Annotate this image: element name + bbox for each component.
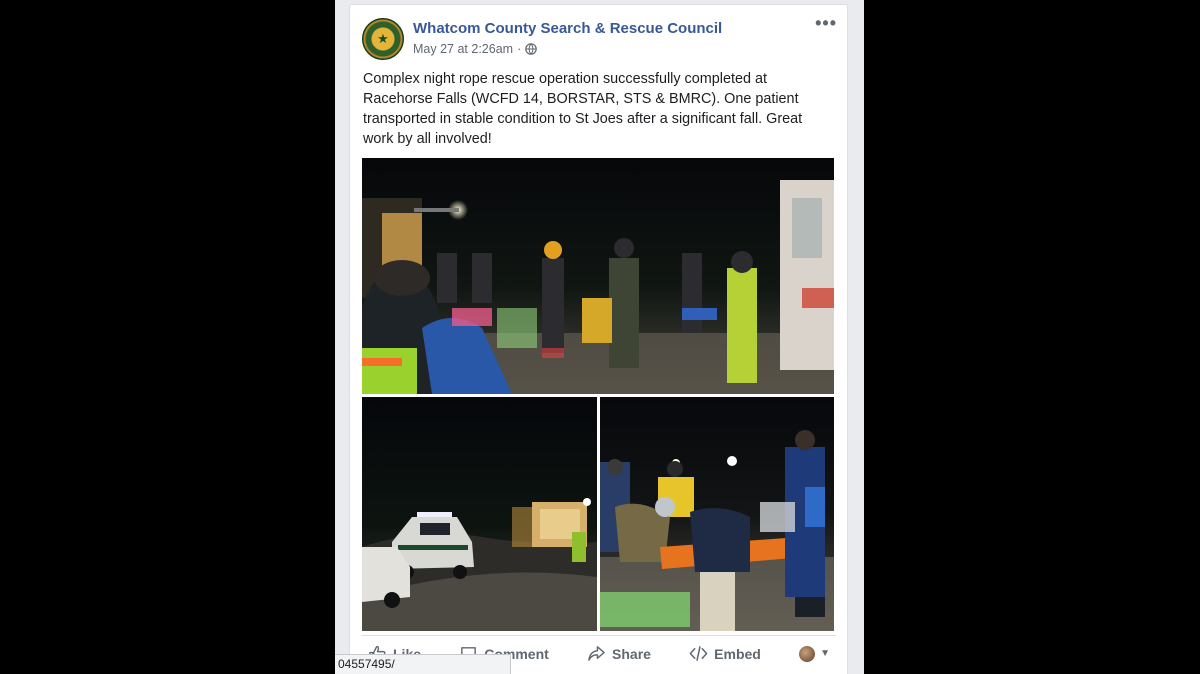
photo-patrol-vehicles[interactable] (362, 397, 597, 631)
photo-patient-stretcher-image (600, 397, 834, 631)
feed-column: ★ Whatcom County Search & Rescue Council… (335, 0, 864, 674)
embed-button[interactable]: Embed (689, 644, 761, 663)
meta-separator: · (517, 42, 522, 56)
star-logo-icon: ★ (377, 31, 389, 47)
globe-icon[interactable] (525, 43, 538, 55)
share-label: Share (612, 645, 651, 662)
photo-grid (362, 158, 834, 631)
share-arrow-icon (588, 646, 605, 661)
post-timestamp[interactable]: May 27 at 2:26am (413, 42, 513, 56)
more-options-icon[interactable]: ••• (815, 14, 837, 32)
page-avatar[interactable]: ★ (362, 18, 404, 60)
photo-rescue-scene[interactable] (362, 158, 834, 394)
page-name-link[interactable]: Whatcom County Search & Rescue Council (413, 20, 722, 37)
photo-rescue-scene-image (362, 158, 834, 394)
embed-label: Embed (714, 645, 761, 662)
photo-patient-stretcher[interactable] (600, 397, 834, 631)
share-button[interactable]: Share (587, 644, 651, 663)
post-body-text: Complex night rope rescue operation succ… (363, 71, 803, 147)
code-embed-icon (689, 646, 708, 661)
post-meta: May 27 at 2:26am · (413, 42, 538, 56)
facebook-post: ★ Whatcom County Search & Rescue Council… (349, 4, 848, 674)
photo-patrol-vehicles-image (362, 397, 597, 631)
browser-status-url: 04557495/ (335, 654, 511, 674)
user-avatar (799, 645, 816, 662)
caret-down-icon: ▼ (820, 648, 830, 659)
post-as-selector[interactable]: ▼ (799, 645, 830, 662)
